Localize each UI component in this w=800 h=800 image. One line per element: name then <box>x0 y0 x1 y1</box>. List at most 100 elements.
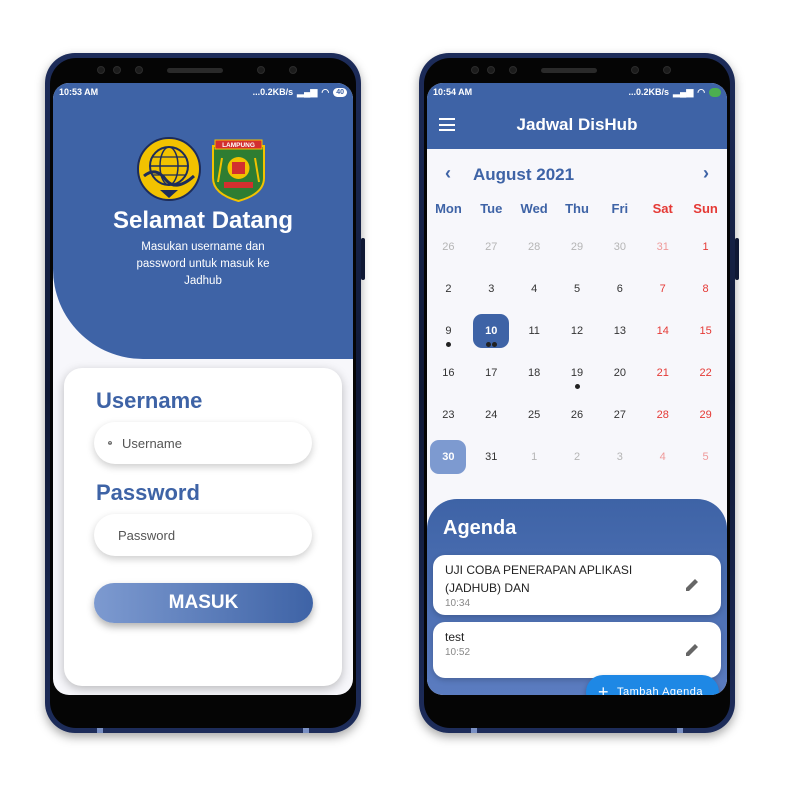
calendar-day[interactable]: 11 <box>513 317 556 359</box>
sensor-dot <box>471 66 479 74</box>
side-button <box>361 238 365 280</box>
status-bar: 10:53 AM ...0.2KB/s ▂▄▆ ◠ 40 <box>53 83 353 101</box>
day-number: 21 <box>656 367 669 379</box>
calendar-day[interactable]: 13 <box>598 317 641 359</box>
day-number: 1 <box>702 241 709 253</box>
day-number: 14 <box>656 325 669 337</box>
day-number: 19 <box>570 367 584 379</box>
calendar-day[interactable]: 3 <box>598 443 641 485</box>
calendar-day[interactable]: 16 <box>427 359 470 401</box>
calendar-day[interactable]: 2 <box>556 443 599 485</box>
day-number: 25 <box>528 409 541 421</box>
day-number: 30 <box>613 241 626 253</box>
calendar-day[interactable]: 31 <box>641 233 684 275</box>
calendar-day[interactable]: 17 <box>470 359 513 401</box>
calendar-day[interactable]: 25 <box>513 401 556 443</box>
password-field[interactable] <box>94 514 312 556</box>
schedule-screen: 10:54 AM ...0.2KB/s ▂▄▆ ◠ Jadwal DisHub … <box>427 83 727 695</box>
day-number: 28 <box>656 409 669 421</box>
dishub-logo <box>137 137 201 201</box>
calendar-day[interactable]: 8 <box>684 275 727 317</box>
sensor-dot <box>135 66 143 74</box>
add-agenda-label: Tambah Agenda <box>616 686 703 695</box>
event-markers <box>470 342 513 347</box>
calendar-day[interactable]: 15 <box>684 317 727 359</box>
calendar-day[interactable]: 27 <box>470 233 513 275</box>
hamburger-menu-icon[interactable] <box>439 118 455 131</box>
username-field[interactable] <box>94 422 312 464</box>
agenda-item-time: 10:34 <box>445 598 471 609</box>
calendar-day[interactable]: 27 <box>598 401 641 443</box>
phone-frame-login: 10:53 AM ...0.2KB/s ▂▄▆ ◠ 40 LAMPUNG Sel… <box>45 53 365 733</box>
agenda-item[interactable]: test 10:52 <box>433 622 721 678</box>
chevron-left-icon[interactable]: ‹ <box>445 163 451 184</box>
day-number: 10 <box>485 325 498 337</box>
day-number: 7 <box>659 283 666 295</box>
calendar-day[interactable]: 20 <box>598 359 641 401</box>
calendar-day[interactable]: 12 <box>556 317 599 359</box>
lampung-logo: LAMPUNG <box>212 139 265 202</box>
calendar-day[interactable]: 9 <box>427 317 470 359</box>
edit-pencil-icon[interactable] <box>683 641 701 659</box>
calendar-day[interactable]: 1 <box>513 443 556 485</box>
calendar-day[interactable]: 26 <box>556 401 599 443</box>
add-agenda-button[interactable]: + Tambah Agenda <box>585 675 719 695</box>
calendar-day[interactable]: 23 <box>427 401 470 443</box>
agenda-item[interactable]: UJI COBA PENERAPAN APLIKASI (JADHUB) DAN… <box>433 555 721 615</box>
calendar-day[interactable]: 29 <box>556 233 599 275</box>
event-dot <box>491 342 497 347</box>
sensor-dot <box>663 66 671 74</box>
calendar-day[interactable]: 6 <box>598 275 641 317</box>
calendar-day[interactable]: 18 <box>513 359 556 401</box>
day-number: 30 <box>442 451 455 463</box>
day-number: 12 <box>570 325 584 337</box>
edit-pencil-icon[interactable] <box>683 576 701 594</box>
calendar-day[interactable]: 5 <box>684 443 727 485</box>
day-number: 13 <box>613 325 626 337</box>
login-button[interactable]: MASUK <box>94 583 313 623</box>
sensor-dot <box>509 66 517 74</box>
event-dot <box>485 342 491 347</box>
password-label: Password <box>96 480 200 505</box>
login-header: LAMPUNG Selamat Datang Masukan username … <box>53 101 353 359</box>
username-input[interactable] <box>122 435 298 451</box>
calendar-day[interactable]: 26 <box>427 233 470 275</box>
calendar-day[interactable]: 22 <box>684 359 727 401</box>
calendar-day[interactable]: 29 <box>684 401 727 443</box>
sensor-dot <box>289 66 297 74</box>
calendar-day[interactable]: 14 <box>641 317 684 359</box>
calendar-day[interactable]: 1 <box>684 233 727 275</box>
day-number: 28 <box>528 241 541 253</box>
calendar-day[interactable]: 30 <box>427 440 470 485</box>
battery-icon: 40 <box>333 87 347 97</box>
calendar-day[interactable]: 4 <box>641 443 684 485</box>
calendar-day[interactable]: 7 <box>641 275 684 317</box>
day-number: 15 <box>699 325 712 337</box>
calendar-day[interactable]: 10 <box>470 314 513 359</box>
month-label[interactable]: August 2021 <box>473 165 574 185</box>
password-input[interactable] <box>118 527 294 543</box>
calendar-day[interactable]: 19 <box>556 359 599 401</box>
day-number: 22 <box>699 367 712 379</box>
plus-icon: + <box>597 682 609 695</box>
calendar-day[interactable]: 31 <box>470 443 513 485</box>
calendar-day[interactable]: 28 <box>513 233 556 275</box>
calendar-day[interactable]: 5 <box>556 275 599 317</box>
calendar-day[interactable]: 3 <box>470 275 513 317</box>
chevron-right-icon[interactable]: › <box>703 163 709 184</box>
calendar-day[interactable]: 4 <box>513 275 556 317</box>
calendar-day[interactable]: 21 <box>641 359 684 401</box>
calendar-day[interactable]: 30 <box>598 233 641 275</box>
phone-top-sensors <box>419 62 735 78</box>
front-camera <box>257 66 265 74</box>
event-dot <box>445 342 451 347</box>
day-number: 1 <box>531 451 538 463</box>
signal-icon: ▂▄▆ <box>673 86 694 97</box>
day-number: 31 <box>485 451 498 463</box>
calendar-day[interactable]: 24 <box>470 401 513 443</box>
weekday-label: Mon <box>435 201 462 216</box>
calendar-day[interactable]: 28 <box>641 401 684 443</box>
calendar-day[interactable]: 2 <box>427 275 470 317</box>
day-number: 4 <box>659 451 666 463</box>
app-bar: Jadwal DisHub <box>427 101 727 149</box>
